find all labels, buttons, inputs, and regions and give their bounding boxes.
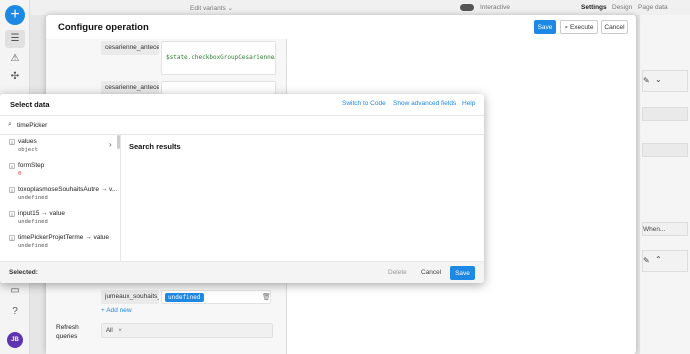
list-icon[interactable]: ☰ bbox=[5, 30, 25, 48]
select-data-title: Select data bbox=[10, 100, 50, 109]
list-item[interactable]: {} toxoplasmoseSouhaitsAutre → v... unde… bbox=[0, 183, 120, 207]
interactive-toggle[interactable] bbox=[460, 4, 474, 11]
modal-title: Configure operation bbox=[58, 22, 149, 33]
add-plus-icon[interactable]: + bbox=[5, 5, 25, 25]
object-type-icon: {} bbox=[9, 235, 15, 241]
field-key[interactable]: cesarienne_antecede bbox=[101, 81, 159, 95]
save-button[interactable]: Save bbox=[534, 20, 556, 34]
show-advanced-fields-link[interactable]: Show advanced fields bbox=[393, 100, 456, 107]
when-button[interactable]: When... bbox=[642, 222, 688, 236]
search-icon: ⌕ bbox=[8, 121, 12, 128]
number-type-icon: # bbox=[9, 163, 15, 169]
right-panel-header: ✎ ⌄ bbox=[642, 70, 688, 92]
delete-button[interactable]: Delete bbox=[388, 269, 407, 276]
tab-settings[interactable]: Settings bbox=[581, 4, 607, 11]
switch-to-code-link[interactable]: Switch to Code bbox=[342, 100, 386, 107]
field-value[interactable]: $state.checkboxGroupCesarienneAn bbox=[161, 41, 276, 75]
edit-variants-menu[interactable]: Edit variants ⌄ bbox=[190, 4, 233, 12]
right-panel-select[interactable] bbox=[642, 107, 688, 121]
components-icon[interactable]: ✣ bbox=[9, 71, 21, 83]
tab-page-data[interactable]: Page data bbox=[638, 4, 668, 11]
data-tree-list: {} values object › # formStep 0 {} toxop… bbox=[0, 135, 121, 261]
help-icon[interactable]: ? bbox=[9, 306, 21, 318]
object-type-icon: {} bbox=[9, 139, 15, 145]
warning-icon[interactable]: ⚠ bbox=[9, 53, 21, 65]
refresh-queries-select[interactable]: All × bbox=[101, 323, 273, 338]
right-panel bbox=[640, 15, 690, 354]
selected-label: Selected: bbox=[9, 269, 38, 276]
list-item[interactable]: {} timePickerProjetTerme → value undefin… bbox=[0, 231, 120, 255]
list-item[interactable]: {} input15 → value undefined bbox=[0, 207, 120, 231]
select-data-footer: Selected: Delete Cancel Save bbox=[0, 261, 484, 283]
right-panel-field[interactable] bbox=[642, 143, 688, 157]
avatar[interactable]: JB bbox=[7, 332, 23, 348]
right-panel-footer: ✎ ⌃ bbox=[642, 250, 688, 272]
search-results-title: Search results bbox=[129, 142, 181, 151]
field-value[interactable]: undefined bbox=[161, 290, 271, 304]
edit-icon[interactable]: ✎ bbox=[643, 76, 650, 85]
app-topbar: Edit variants ⌄ Interactive Settings Des… bbox=[30, 0, 690, 15]
comment-icon[interactable]: ▭ bbox=[9, 285, 21, 297]
search-icon: ⌕ bbox=[564, 24, 569, 31]
field-key[interactable]: cesarienne_antecede bbox=[101, 41, 159, 55]
save-button[interactable]: Save bbox=[450, 266, 475, 280]
trash-icon[interactable]: 🗑 bbox=[262, 293, 271, 301]
chevron-right-icon[interactable]: › bbox=[109, 140, 112, 149]
field-value[interactable] bbox=[161, 81, 276, 95]
field-key[interactable]: jumeaux_souhaits_a bbox=[101, 290, 159, 304]
refresh-chip-label: All bbox=[106, 328, 113, 334]
cancel-button[interactable]: Cancel bbox=[421, 269, 441, 276]
execute-button[interactable]: ⌕ Execute bbox=[560, 20, 598, 34]
scrollbar-thumb[interactable] bbox=[117, 135, 120, 149]
chevron-up-icon[interactable]: ⌃ bbox=[655, 255, 662, 264]
search-value: timePicker bbox=[17, 122, 48, 129]
edit-icon[interactable]: ✎ bbox=[643, 256, 650, 265]
search-input[interactable]: ⌕ timePicker bbox=[0, 115, 484, 135]
chevron-down-icon[interactable]: ⌄ bbox=[655, 75, 662, 84]
refresh-queries-label: Refresh queries bbox=[56, 324, 79, 340]
tab-design[interactable]: Design bbox=[612, 4, 632, 11]
add-new-link[interactable]: + Add new bbox=[101, 307, 132, 314]
cancel-button[interactable]: Cancel bbox=[601, 20, 628, 34]
interactive-label: Interactive bbox=[480, 4, 510, 11]
select-data-modal: Select data Switch to Code Show advanced… bbox=[0, 94, 484, 283]
object-type-icon: {} bbox=[9, 187, 15, 193]
close-icon[interactable]: × bbox=[118, 328, 122, 334]
list-item[interactable]: # formStep 0 bbox=[0, 159, 120, 183]
help-link[interactable]: Help bbox=[462, 100, 475, 107]
list-item[interactable]: {} values object › bbox=[0, 135, 120, 159]
undefined-chip: undefined bbox=[165, 293, 204, 302]
object-type-icon: {} bbox=[9, 211, 15, 217]
